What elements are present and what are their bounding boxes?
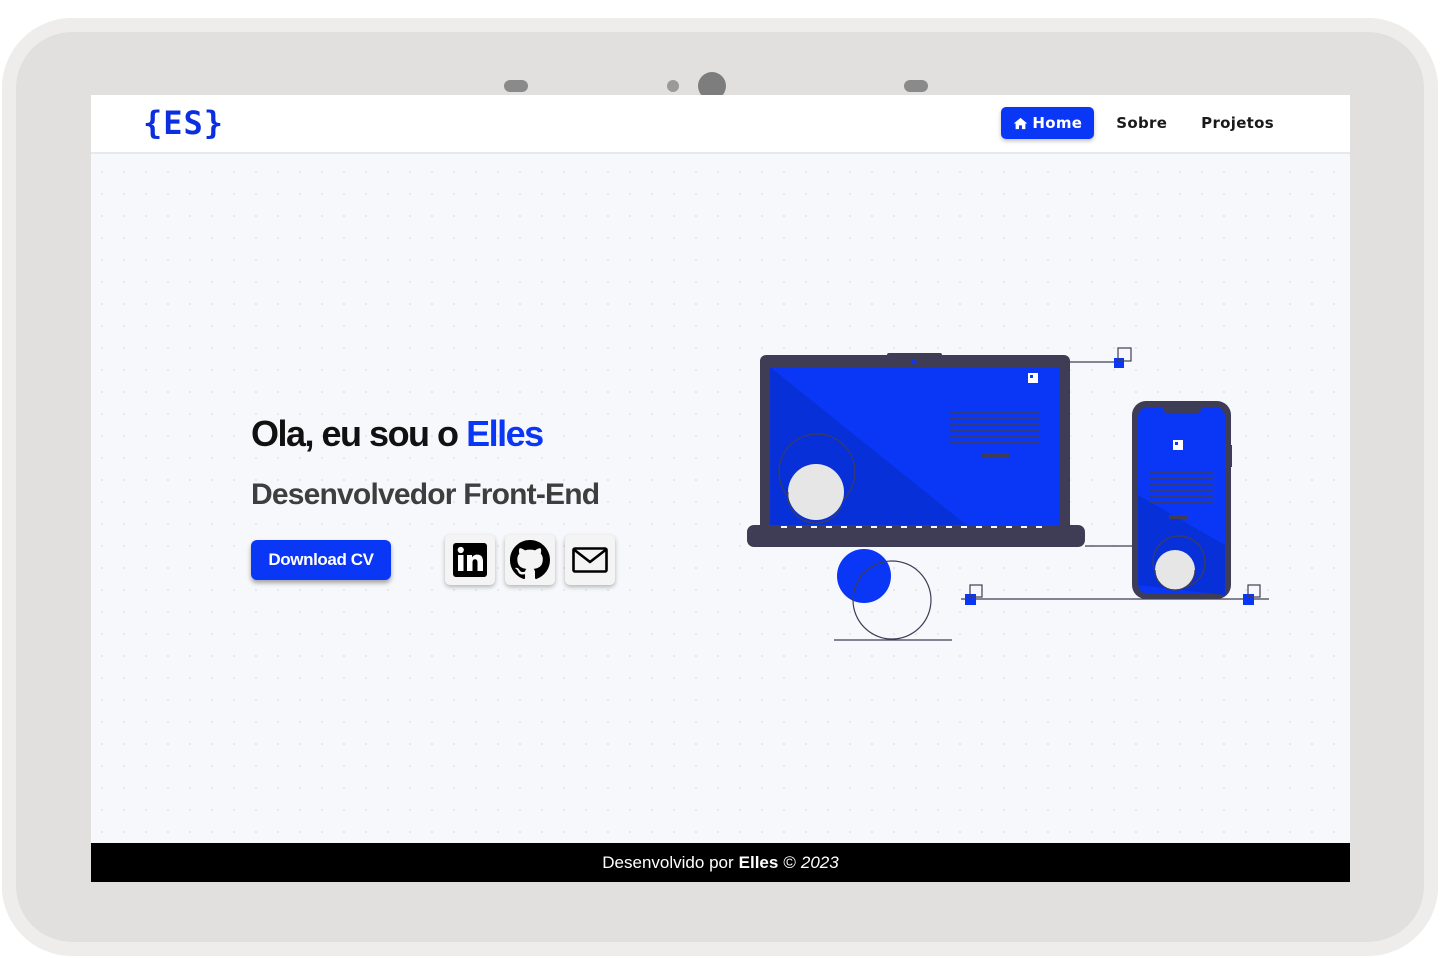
github-icon: [510, 540, 550, 580]
email-button[interactable]: [565, 535, 615, 585]
light-sensor: [667, 80, 679, 92]
hero-name: Elles: [466, 413, 544, 454]
hero-title: Ola, eu sou o Elles: [251, 413, 671, 455]
nav-link-home-label: Home: [1032, 114, 1083, 132]
nav-link-sobre-label: Sobre: [1116, 114, 1168, 132]
download-cv-button[interactable]: Download CV: [251, 540, 391, 580]
github-button[interactable]: [505, 535, 555, 585]
site-logo[interactable]: {ES}: [143, 104, 224, 142]
speaker-right: [904, 80, 928, 92]
nav-menu: Home Sobre Projetos: [1001, 107, 1286, 139]
nav-link-sobre[interactable]: Sobre: [1104, 107, 1179, 139]
hero-greeting: Ola, eu sou o: [251, 413, 459, 454]
nav-link-projetos-label: Projetos: [1201, 114, 1274, 132]
nav-link-home[interactable]: Home: [1001, 107, 1095, 139]
navbar: {ES} Home Sobre Projetos: [91, 95, 1350, 154]
laptop-and-phone-illustration: [747, 347, 1269, 641]
browser-viewport: {ES} Home Sobre Projetos Ola, eu sou o E…: [91, 95, 1350, 882]
linkedin-icon: [453, 543, 487, 577]
footer-prefix: Desenvolvido por: [602, 852, 734, 872]
footer-name: Elles: [738, 852, 779, 872]
footer-year: 2023: [800, 852, 839, 872]
speaker-left: [504, 80, 528, 92]
footer-copyright: ©: [783, 852, 796, 872]
hero-subtitle: Desenvolvedor Front-End: [251, 478, 600, 511]
social-links: [445, 535, 615, 585]
nav-link-projetos[interactable]: Projetos: [1189, 107, 1286, 139]
linkedin-button[interactable]: [445, 535, 495, 585]
home-icon: [1014, 117, 1028, 129]
mail-icon: [572, 547, 608, 573]
hero-intro: Ola, eu sou o Elles Desenvolvedor Front-…: [251, 413, 671, 512]
footer: Desenvolvido por Elles © 2023: [91, 843, 1350, 882]
